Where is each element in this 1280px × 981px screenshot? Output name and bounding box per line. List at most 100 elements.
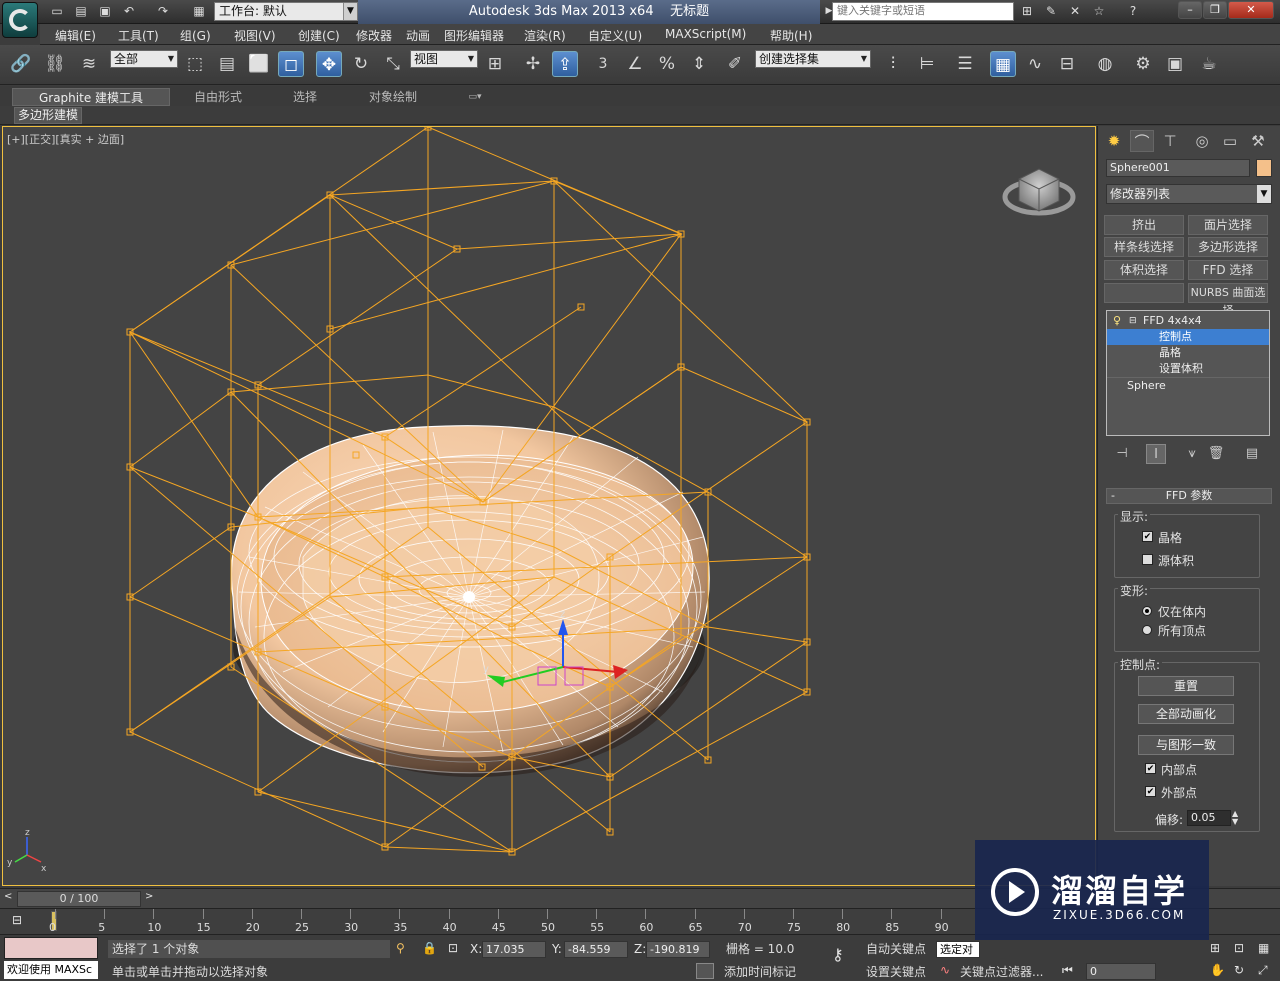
binoculars-icon[interactable]: ⊞ [1018, 3, 1036, 20]
ribbon-options-icon[interactable]: ▭▾ [462, 88, 488, 106]
help-icon[interactable]: ? [1124, 3, 1142, 20]
manipulate-icon[interactable]: ✢ [520, 51, 546, 77]
ffd-params-rollout[interactable]: - FFD 参数 [1106, 488, 1272, 504]
layer-manager-icon[interactable]: ☰ [952, 51, 978, 77]
unlink-icon[interactable]: ⛓ [42, 51, 68, 77]
menu-help[interactable]: 帮助(H) [770, 27, 812, 44]
align-icon[interactable]: ⊨ [914, 51, 940, 77]
vol-select-button[interactable]: 体积选择 [1104, 260, 1184, 280]
current-frame-field[interactable]: 0 [1086, 963, 1156, 980]
lattice-checkbox[interactable]: ✔ [1142, 531, 1153, 542]
lightbulb-icon[interactable]: ♀ [1113, 313, 1121, 329]
schematic-view-icon[interactable]: ⊟ [1054, 51, 1080, 77]
zoom-extents-icon[interactable]: ⊞ [1210, 941, 1220, 955]
pan-icon[interactable]: ✋ [1210, 963, 1225, 977]
zoom-all-icon[interactable]: ⊡ [1234, 941, 1244, 955]
go-to-start-icon[interactable]: ⏮ [1062, 963, 1073, 978]
rollout-collapse-icon[interactable]: - [1111, 489, 1115, 503]
x-coord-field[interactable]: 17.035 [482, 941, 546, 958]
utilities-tab-icon[interactable]: ⚒ [1246, 130, 1270, 152]
auto-key-button[interactable]: 自动关键点 [866, 940, 932, 958]
selected-object-dropdown[interactable]: 选定对 [936, 941, 980, 958]
only-in-volume-radio[interactable] [1142, 606, 1152, 616]
collapse-icon[interactable]: ⊟ [1129, 313, 1137, 329]
named-selection-dropdown[interactable]: 创建选择集 ▼ [755, 50, 871, 68]
source-volume-checkbox[interactable] [1142, 554, 1153, 565]
stack-item-ffd[interactable]: ♀ ⊟ FFD 4x4x4 [1107, 313, 1269, 329]
pivot-center-icon[interactable]: ⊞ [482, 51, 508, 77]
app-logo-icon[interactable] [2, 2, 38, 38]
curve-editor-icon[interactable]: ∿ [1022, 51, 1048, 77]
rendered-frame-icon[interactable]: ▣ [1162, 51, 1188, 77]
set-key-button[interactable]: 设置关键点 [866, 963, 932, 981]
key-filters-button[interactable]: 关键点过滤器... [960, 963, 1052, 981]
motion-tab-icon[interactable]: ◎ [1190, 130, 1214, 152]
menu-views[interactable]: 视图(V) [234, 27, 276, 44]
minimize-button[interactable]: – [1178, 1, 1202, 19]
open-file-icon[interactable]: ▤ [72, 3, 90, 20]
object-name-field[interactable]: Sphere001 [1106, 159, 1250, 177]
menu-animation[interactable]: 动画 [406, 27, 430, 44]
redo-icon[interactable]: ↷ [154, 3, 172, 20]
key-icon[interactable]: ⚷ [832, 945, 844, 964]
graphite-ribbon-icon[interactable]: ▦ [990, 51, 1016, 77]
offset-spinner[interactable]: 0.05 [1187, 810, 1231, 826]
select-move-icon[interactable]: ✥ [316, 51, 342, 77]
menu-group[interactable]: 组(G) [180, 27, 211, 44]
material-editor-icon[interactable]: ◍ [1092, 51, 1118, 77]
undo-icon[interactable]: ↶ [120, 3, 138, 20]
create-tab-icon[interactable]: ✹ [1102, 130, 1126, 152]
select-object-icon[interactable]: ⬚ [182, 51, 208, 77]
field-of-view-icon[interactable]: ▦ [1258, 941, 1269, 955]
viewcube-icon[interactable] [1002, 168, 1076, 216]
configure-sets-icon[interactable]: ▤ [1242, 444, 1262, 464]
menu-create[interactable]: 创建(C) [298, 27, 340, 44]
time-next-icon[interactable]: > [145, 891, 153, 902]
menu-tools[interactable]: 工具(T) [118, 27, 159, 44]
spinner-arrows-icon[interactable]: ▲ ▼ [1232, 810, 1238, 826]
percent-snap-icon[interactable]: % [654, 51, 680, 77]
stack-item-set-volume[interactable]: 设置体积 [1107, 361, 1269, 377]
key-filter-icon[interactable]: ∿ [940, 963, 950, 977]
orbit-icon[interactable]: ↻ [1234, 963, 1244, 977]
patch-select-button[interactable]: 面片选择 [1188, 215, 1268, 235]
communication-icon[interactable]: ✎ [1042, 3, 1060, 20]
close-button[interactable]: ✕ [1228, 1, 1274, 19]
make-unique-icon[interactable]: ⩛ [1182, 444, 1202, 464]
tab-object-paint[interactable]: 对象绘制 [350, 88, 436, 106]
remove-modifier-icon[interactable]: 🗑 [1206, 444, 1226, 464]
select-rotate-icon[interactable]: ↻ [348, 51, 374, 77]
spline-select-button[interactable]: 样条线选择 [1104, 237, 1184, 257]
selection-filter-dropdown[interactable]: 全部 ▼ [110, 50, 178, 68]
stack-item-lattice[interactable]: 晶格 [1107, 345, 1269, 361]
stack-item-sphere[interactable]: Sphere [1107, 377, 1269, 393]
z-coord-field[interactable]: -190.819 [646, 941, 710, 958]
select-scale-icon[interactable]: ⤡ [380, 51, 406, 77]
window-crossing-icon[interactable]: ◻ [278, 51, 304, 77]
menu-modifiers[interactable]: 修改器 [356, 27, 392, 44]
favorites-star-icon[interactable]: ☆ [1090, 3, 1108, 20]
empty-modifier-button[interactable] [1104, 283, 1184, 303]
modify-tab-icon[interactable]: ⌒ [1130, 130, 1154, 152]
menu-customize[interactable]: 自定义(U) [588, 27, 642, 44]
hierarchy-tab-icon[interactable]: ⊤ [1158, 130, 1182, 152]
perspective-viewport[interactable]: [+][正交][真实 + 边面] z y z y x [2, 126, 1096, 886]
polygon-modeling-panel[interactable]: 多边形建模 [14, 107, 83, 124]
new-file-icon[interactable]: ▭ [48, 3, 66, 20]
exchange-icon[interactable]: ✕ [1066, 3, 1084, 20]
reset-button[interactable]: 重置 [1138, 676, 1234, 696]
menu-maxscript[interactable]: MAXScript(M) [665, 27, 746, 41]
restore-button[interactable]: ❐ [1203, 1, 1227, 19]
object-color-swatch[interactable] [1256, 159, 1272, 177]
display-tab-icon[interactable]: ▭ [1218, 130, 1242, 152]
project-folder-icon[interactable]: ▦ [190, 3, 208, 20]
tab-graphite-modeling[interactable]: Graphite 建模工具 [12, 88, 170, 106]
tab-freeform[interactable]: 自由形式 [178, 88, 258, 106]
nurbs-select-button[interactable]: NURBS 曲面选择 [1188, 283, 1268, 317]
render-teapot-icon[interactable]: ☕ [1196, 51, 1222, 77]
inside-points-checkbox[interactable]: ✔ [1145, 763, 1156, 774]
search-input[interactable] [832, 2, 1014, 21]
menu-rendering[interactable]: 渲染(R) [524, 27, 566, 44]
rectangular-selection-icon[interactable]: ⬜ [246, 51, 272, 77]
sphere001-object[interactable] [230, 425, 710, 777]
